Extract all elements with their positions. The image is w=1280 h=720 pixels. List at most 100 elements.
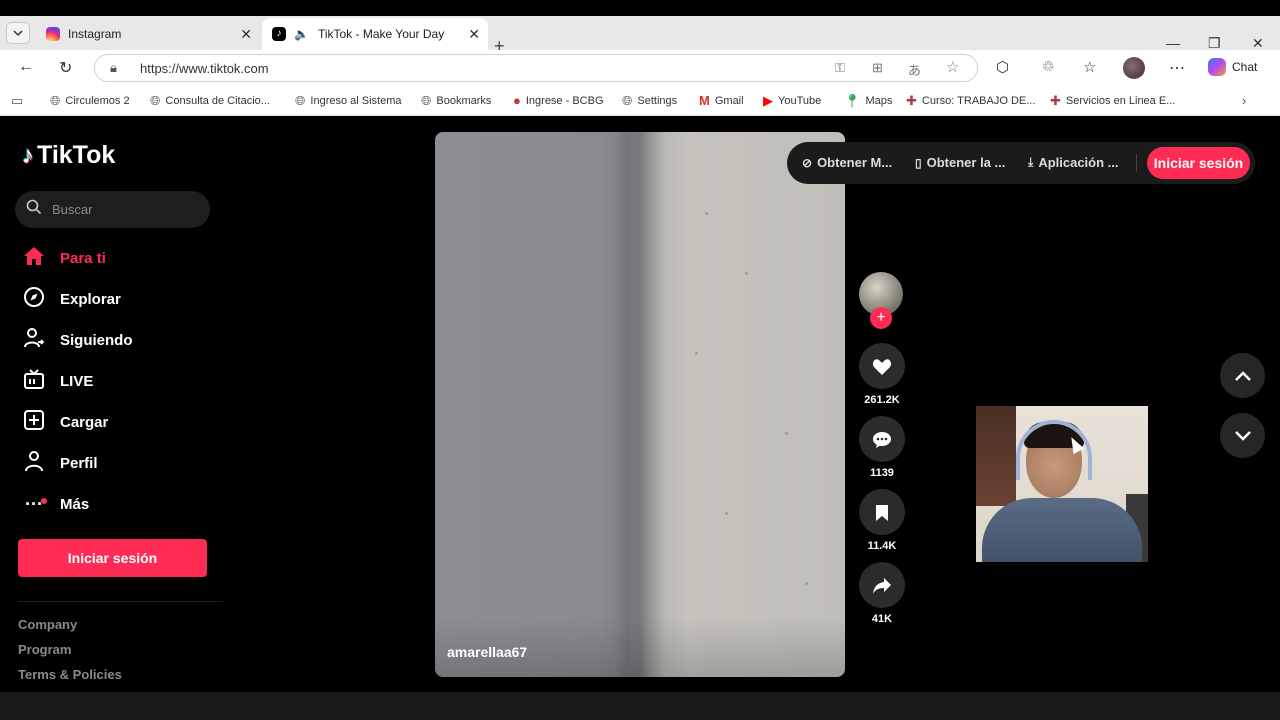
- bookmark-ingreso[interactable]: 🌐︎ Ingreso al Sistema: [295, 93, 402, 109]
- search-box: [15, 191, 210, 228]
- copilot-chat-button[interactable]: Chat: [1208, 58, 1257, 76]
- comment-button[interactable]: [859, 416, 905, 462]
- youtube-icon: ▶: [763, 93, 773, 108]
- bookmark-circulemos[interactable]: 🌐︎ Circulemos 2: [50, 93, 130, 109]
- tiktok-note-icon: ♪: [22, 141, 34, 169]
- video-player[interactable]: amarellaa67: [435, 132, 845, 677]
- search-icon[interactable]: [26, 199, 42, 220]
- nav-explorar[interactable]: Explorar: [22, 284, 121, 314]
- video-texture: [695, 352, 698, 355]
- follow-plus-icon[interactable]: +: [870, 307, 892, 329]
- chevron-down-icon: [13, 30, 23, 37]
- bookmark-label: Circulemos 2: [65, 95, 130, 107]
- favorites-icon[interactable]: ☆: [1083, 58, 1096, 76]
- sidebar-divider: [18, 601, 223, 602]
- chevron-up-icon: [1234, 370, 1251, 381]
- lock-icon[interactable]: 🔒︎: [110, 60, 117, 76]
- globe-icon: 🌐︎: [622, 93, 633, 108]
- video-texture: [805, 582, 808, 585]
- copilot-icon: [1208, 58, 1226, 76]
- bookmark-label: Bookmarks: [436, 95, 492, 107]
- video-texture: [705, 212, 708, 215]
- bookmark-curso[interactable]: ✚ Curso: TRABAJO DE...: [906, 93, 1035, 109]
- share-button[interactable]: [859, 562, 905, 608]
- nav-label: Más: [60, 495, 90, 513]
- following-icon: [22, 327, 46, 354]
- bookmark-settings[interactable]: 🌐︎ Settings: [622, 93, 677, 109]
- more-menu-icon[interactable]: ⋯: [1169, 58, 1185, 78]
- bookmark-label: Maps: [865, 95, 893, 107]
- bookmark-maps[interactable]: 📍︎ Maps: [844, 93, 892, 109]
- comment-count: 1139: [870, 467, 894, 479]
- browser-essentials-icon[interactable]: ♲: [1042, 58, 1055, 75]
- webcam-background: [976, 406, 1016, 506]
- webcam-overlay: [976, 406, 1148, 562]
- tab-instagram[interactable]: Instagram ✕: [36, 18, 260, 50]
- webcam-person-body: [982, 498, 1142, 562]
- previous-video-button[interactable]: [1220, 353, 1265, 398]
- video-author[interactable]: amarellaa67: [447, 644, 527, 660]
- desktop-app-link[interactable]: ⤓ Aplicación ...: [1028, 155, 1119, 170]
- bookmark-bookmarks[interactable]: 🌐︎ Bookmarks: [421, 93, 491, 109]
- profile-avatar[interactable]: [1123, 57, 1145, 79]
- screen: Instagram ✕ ♪ 🔈 TikTok - Make Your Day ✕…: [0, 0, 1280, 720]
- nav-para-ti[interactable]: Para ti: [22, 243, 106, 273]
- bookmarks-overflow-icon[interactable]: ›: [1242, 93, 1251, 108]
- minimize-button[interactable]: —: [1166, 35, 1180, 51]
- get-app-link[interactable]: ▯ Obtener la ...: [915, 155, 1005, 170]
- nav-live[interactable]: LIVE: [22, 366, 93, 396]
- footer-link-company[interactable]: Company: [18, 617, 77, 632]
- login-button-sidebar[interactable]: Iniciar sesión: [18, 539, 207, 577]
- bookmark-gmail[interactable]: M Gmail: [699, 93, 744, 108]
- home-icon: [22, 246, 46, 271]
- collections-icon[interactable]: ▭: [11, 93, 28, 109]
- nav-siguiendo[interactable]: Siguiendo: [22, 325, 133, 355]
- address-bar[interactable]: 🔒︎ https://www.tiktok.com ⚿ ⊞ あ ☆: [94, 54, 978, 82]
- bookmark-label: Servicios en Linea E...: [1065, 95, 1176, 107]
- bcbg-icon: ●: [513, 93, 521, 108]
- bookmark-consulta[interactable]: 🌐︎ Consulta de Citacio...: [150, 93, 270, 109]
- save-count: 11.4K: [867, 540, 897, 552]
- save-button[interactable]: [859, 489, 905, 535]
- navigation-bar: ← ↻ 🔒︎ https://www.tiktok.com ⚿ ⊞ あ ☆ ⬡ …: [0, 50, 1280, 86]
- nav-cargar[interactable]: Cargar: [22, 407, 108, 437]
- nav-label: LIVE: [60, 372, 94, 390]
- tiktok-icon: ♪: [272, 27, 286, 41]
- search-input[interactable]: [52, 200, 202, 218]
- tab-tiktok[interactable]: ♪ 🔈 TikTok - Make Your Day ✕: [262, 18, 488, 50]
- download-icon: ⤓: [1028, 155, 1034, 169]
- login-button-top[interactable]: Iniciar sesión: [1147, 147, 1250, 179]
- footer-link-terms[interactable]: Terms & Policies: [18, 667, 122, 682]
- share-icon: [873, 577, 891, 594]
- nav-label: Para ti: [60, 249, 106, 267]
- bookmark-bcbg[interactable]: ● Ingrese - BCBG: [513, 93, 604, 108]
- apps-icon[interactable]: ⊞: [872, 60, 883, 76]
- maps-icon: 📍︎: [844, 93, 861, 108]
- close-icon[interactable]: ✕: [240, 26, 252, 43]
- speaker-icon[interactable]: 🔈: [294, 27, 309, 41]
- refresh-button[interactable]: ↻: [59, 58, 72, 78]
- extensions-icon[interactable]: ⬡: [996, 58, 1009, 76]
- translate-icon[interactable]: あ: [908, 60, 921, 79]
- key-icon[interactable]: ⚿: [835, 60, 845, 76]
- bookmark-youtube[interactable]: ▶ YouTube: [763, 93, 821, 109]
- get-coins-link[interactable]: ⊘ Obtener M...: [802, 155, 892, 170]
- nav-perfil[interactable]: Perfil: [22, 448, 98, 478]
- close-icon[interactable]: ✕: [468, 26, 480, 43]
- tab-list-button[interactable]: [6, 22, 30, 44]
- video-shadow: [615, 132, 665, 677]
- bookmark-label: YouTube: [778, 95, 822, 107]
- like-button[interactable]: [859, 343, 905, 389]
- heart-icon: [872, 358, 892, 375]
- live-icon: [22, 368, 46, 395]
- globe-icon: 🌐︎: [50, 93, 61, 108]
- favorite-star-icon[interactable]: ☆: [946, 58, 959, 76]
- footer-link-program[interactable]: Program: [18, 642, 71, 657]
- top-action-label: Obtener M...: [817, 155, 893, 170]
- next-video-button[interactable]: [1220, 413, 1265, 458]
- bookmark-icon: [876, 504, 888, 521]
- bookmark-servicios[interactable]: ✚ Servicios en Linea E...: [1050, 93, 1175, 109]
- back-button[interactable]: ←: [18, 58, 34, 76]
- tiktok-logo[interactable]: ♪ TikTok: [22, 141, 115, 170]
- nav-mas[interactable]: ··· Más: [22, 489, 89, 519]
